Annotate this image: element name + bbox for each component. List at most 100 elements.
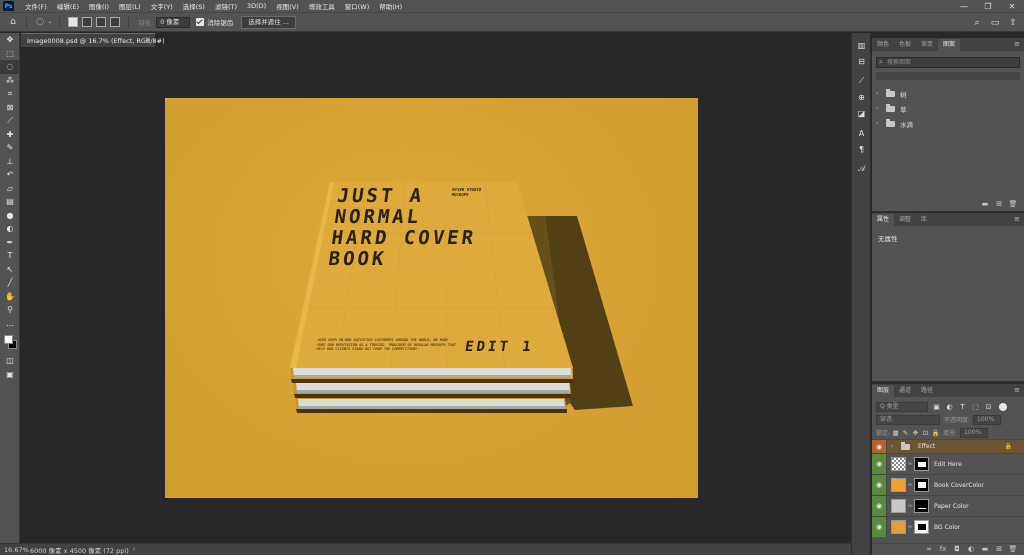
tab-color[interactable]: 颜色: [872, 39, 894, 51]
foreground-color-swatch[interactable]: [4, 335, 13, 344]
document-tab[interactable]: Image0008.psd @ 16.7% (Effect, RGB/8#) ×: [21, 33, 165, 47]
layer-row-effect[interactable]: ◉ › Effect 🔒: [872, 439, 1024, 453]
delete-icon[interactable]: 🗑: [1006, 199, 1020, 209]
layer-mask-thumbnail[interactable]: [914, 457, 929, 471]
dodge-tool-icon[interactable]: ◐: [0, 222, 20, 236]
filter-toggle[interactable]: [999, 402, 1007, 411]
pattern-search-input[interactable]: 搜索图案: [876, 57, 1020, 68]
color-fill-thumbnail[interactable]: [891, 499, 906, 513]
adjustment-filter-icon[interactable]: ◐: [945, 403, 954, 411]
tab-swatches[interactable]: 色板: [894, 39, 916, 51]
intersect-selection-icon[interactable]: [110, 17, 120, 27]
new-group-icon[interactable]: ▬: [978, 544, 992, 554]
screen-mode-icon[interactable]: ▣: [0, 368, 20, 382]
add-selection-icon[interactable]: [82, 17, 92, 27]
layer-mask-thumbnail[interactable]: [914, 478, 929, 492]
chevron-right-icon[interactable]: ›: [876, 120, 883, 127]
chevron-right-icon[interactable]: ›: [891, 443, 898, 450]
panel-menu-icon[interactable]: ≡: [1014, 386, 1020, 394]
minimize-button[interactable]: —: [952, 0, 976, 12]
chevron-right-icon[interactable]: ›: [876, 90, 883, 97]
lasso-preset-icon[interactable]: ◌: [33, 15, 47, 29]
share-icon[interactable]: ⇪: [1006, 16, 1020, 30]
blur-tool-icon[interactable]: ●: [0, 209, 20, 223]
mask-icon[interactable]: ◪: [852, 105, 871, 121]
chevron-down-icon[interactable]: ⌄: [47, 15, 53, 29]
close-tab-icon[interactable]: ×: [144, 35, 151, 44]
antialias-checkbox[interactable]: [196, 18, 205, 26]
layer-mask-thumbnail[interactable]: [914, 499, 929, 513]
menu-file[interactable]: 文件(F): [20, 1, 52, 11]
line-tool-icon[interactable]: ╱: [0, 276, 20, 290]
type-filter-icon[interactable]: T: [958, 403, 967, 411]
visibility-eye-icon[interactable]: ◉: [872, 475, 887, 495]
layer-style-icon[interactable]: fx: [936, 544, 950, 554]
tab-gradients[interactable]: 渐变: [916, 39, 938, 51]
chain-link-icon[interactable]: ∞: [907, 482, 913, 488]
zoom-tool-icon[interactable]: ⚲: [0, 303, 20, 317]
document-canvas[interactable]: JUST A NORMAL HARD COVER BOOK RYVER STUD…: [165, 98, 698, 498]
visibility-eye-icon[interactable]: ◉: [872, 454, 887, 474]
layer-row-edit-here[interactable]: ◉ ∞ Edit Here: [872, 453, 1024, 474]
opacity-input[interactable]: 100%: [973, 414, 1002, 425]
visibility-eye-icon[interactable]: ◉: [872, 496, 887, 516]
healing-brush-tool-icon[interactable]: ✚: [0, 128, 20, 142]
clone-source-icon[interactable]: ⊕: [852, 89, 871, 105]
visibility-eye-icon[interactable]: ◉: [872, 517, 887, 537]
panel-menu-icon[interactable]: ≡: [1014, 40, 1020, 48]
new-selection-icon[interactable]: [68, 17, 78, 27]
chain-link-icon[interactable]: ∞: [907, 524, 913, 530]
link-layers-icon[interactable]: ∞: [922, 544, 936, 554]
new-layer-icon[interactable]: ⊞: [992, 544, 1006, 554]
photoshop-logo-icon[interactable]: Ps: [3, 1, 14, 11]
layer-row-paper-color[interactable]: ◉ ∞ Paper Color: [872, 495, 1024, 516]
menu-layer[interactable]: 图层(L): [114, 1, 146, 11]
histogram-icon[interactable]: ▥: [852, 37, 871, 53]
panel-menu-icon[interactable]: ≡: [1014, 215, 1020, 223]
close-window-button[interactable]: ✕: [1000, 0, 1024, 12]
crop-tool-icon[interactable]: ⌗: [0, 87, 20, 101]
menu-3d[interactable]: 3D(D): [242, 2, 271, 10]
smart-object-filter-icon[interactable]: ⊡: [984, 403, 993, 411]
layer-row-book-cover-color[interactable]: ◉ ∞ Book CoverColor: [872, 474, 1024, 495]
brush-tool-icon[interactable]: ✎: [0, 141, 20, 155]
tab-layers[interactable]: 图层: [872, 385, 895, 397]
home-icon[interactable]: ⌂: [6, 15, 20, 29]
color-fill-thumbnail[interactable]: [891, 478, 906, 492]
type-tool-icon[interactable]: T: [0, 249, 20, 263]
quick-mask-icon[interactable]: ◫: [0, 354, 20, 368]
menu-edit[interactable]: 编辑(E): [52, 1, 84, 11]
menu-window[interactable]: 窗口(W): [340, 1, 375, 11]
frame-tool-icon[interactable]: ⊠: [0, 101, 20, 115]
tab-patterns[interactable]: 图案: [938, 39, 961, 51]
tab-paths[interactable]: 路径: [916, 385, 938, 397]
menu-image[interactable]: 图像(I): [84, 1, 114, 11]
smart-object-thumbnail[interactable]: [891, 457, 906, 471]
info-icon[interactable]: ⊟: [852, 53, 871, 69]
color-fill-thumbnail[interactable]: [891, 520, 906, 534]
pattern-group-grass[interactable]: › 草: [872, 101, 1024, 116]
magic-wand-tool-icon[interactable]: ⁂: [0, 74, 20, 88]
brush-settings-icon[interactable]: ⟋: [852, 73, 871, 89]
menu-select[interactable]: 选择(S): [178, 1, 210, 11]
blend-mode-select[interactable]: 穿透: [876, 414, 940, 425]
status-menu-arrow-icon[interactable]: ›: [133, 546, 135, 553]
layer-mask-thumbnail[interactable]: [914, 520, 929, 534]
menu-type[interactable]: 文字(Y): [146, 1, 178, 11]
shape-filter-icon[interactable]: ⬚: [971, 403, 980, 411]
restore-button[interactable]: ❐: [976, 0, 1000, 12]
move-tool-icon[interactable]: ✥: [0, 33, 20, 47]
hand-tool-icon[interactable]: ✋: [0, 290, 20, 304]
lock-position-icon[interactable]: ✥: [911, 429, 920, 437]
visibility-eye-icon[interactable]: ◉: [872, 440, 887, 453]
glyphs-icon[interactable]: 𝒜: [852, 161, 871, 177]
workspace-icon[interactable]: ▭: [988, 16, 1002, 30]
pattern-group-tree[interactable]: › 树: [872, 86, 1024, 101]
paragraph-icon[interactable]: ¶: [852, 141, 871, 157]
search-icon[interactable]: ⌕: [970, 16, 984, 30]
lock-image-icon[interactable]: ✎: [901, 429, 910, 437]
layer-kind-select[interactable]: Q 类型: [876, 401, 928, 412]
adjustment-layer-icon[interactable]: ◐: [964, 544, 978, 554]
feather-input[interactable]: 0 像素: [156, 16, 191, 28]
chain-link-icon[interactable]: ∞: [907, 461, 913, 467]
